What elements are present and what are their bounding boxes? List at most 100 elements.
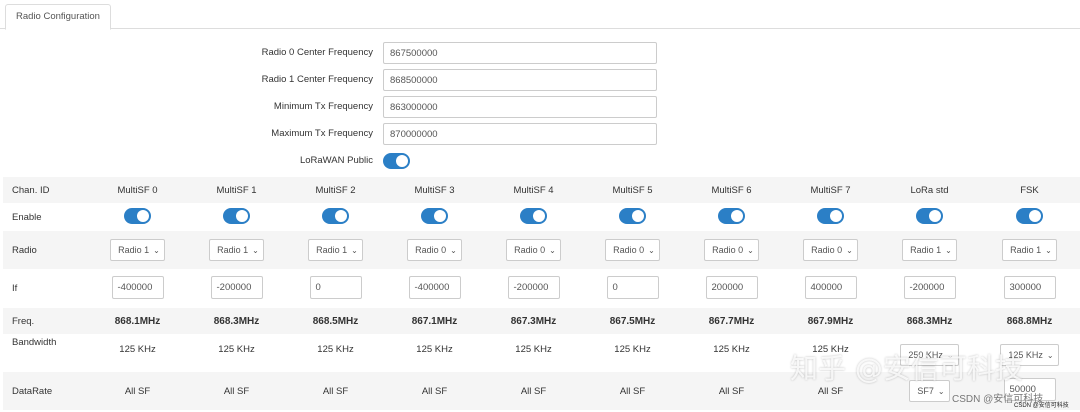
channel-enable-toggle[interactable] (322, 207, 349, 224)
if-cell: -200000 (484, 269, 583, 308)
bandwidth-cell: 125 KHz (583, 334, 682, 372)
channel-header: LoRa std (880, 177, 979, 203)
min-tx-frequency-input[interactable] (383, 96, 657, 118)
channel-enable-toggle[interactable] (223, 207, 250, 224)
if-input[interactable]: 0 (309, 275, 362, 299)
if-input[interactable]: 400000 (804, 275, 857, 299)
lorawan-public-toggle[interactable] (383, 153, 410, 169)
enable-label: Enable (12, 211, 42, 223)
bandwidth-cell: 125 KHz (286, 334, 385, 372)
bandwidth-value: 125 KHz (119, 344, 156, 355)
datarate-cell: All SF (187, 372, 286, 410)
bandwidth-label: Bandwidth (12, 337, 57, 348)
csdn-small-watermark: CSDN @安信可科技 (1014, 403, 1069, 409)
bandwidth-value: 125 KHz (317, 344, 354, 355)
radio-select[interactable]: Radio 0 ⌄ (506, 239, 561, 261)
if-label: If (12, 283, 18, 294)
bandwidth-value: 125 KHz (515, 344, 552, 355)
chevron-down-icon: ⌄ (252, 246, 259, 255)
radio-select[interactable]: Radio 1 ⌄ (902, 239, 957, 261)
chan-id-row: Chan. ID MultiSF 0 MultiSF 1 MultiSF 2 Mult… (3, 177, 1080, 203)
chevron-down-icon: ⌄ (153, 246, 160, 255)
datarate-value: All SF (520, 385, 547, 397)
lorawan-public-row: LoRaWAN Public (0, 151, 1080, 171)
enable-cell (484, 203, 583, 231)
bandwidth-value: 125 KHz (218, 344, 255, 355)
radio-select-value: Radio 1 (118, 245, 150, 255)
chan-id-label: Chan. ID (3, 177, 88, 203)
datarate-value: All SF (322, 385, 349, 397)
if-cell: 200000 (682, 269, 781, 308)
freq-cell: 868.3MHz (880, 308, 979, 334)
channel-header: MultiSF 2 (286, 177, 385, 203)
channel-enable-toggle[interactable] (124, 207, 151, 224)
if-cell: 300000 (979, 269, 1080, 308)
freq-cell: 868.3MHz (187, 308, 286, 334)
chevron-down-icon: ⌄ (945, 246, 952, 255)
if-cell: 0 (583, 269, 682, 308)
if-input[interactable]: 0 (606, 275, 659, 299)
radio-select[interactable]: Radio 1 ⌄ (1002, 239, 1057, 261)
radio-select-value: Radio 1 (1010, 245, 1042, 255)
bandwidth-cell: 125 KHz (484, 334, 583, 372)
enable-cell (880, 203, 979, 231)
channel-enable-toggle[interactable] (520, 207, 547, 224)
if-input[interactable]: -200000 (507, 275, 560, 299)
if-cell: -400000 (88, 269, 187, 308)
radio-select[interactable]: Radio 1 ⌄ (110, 239, 165, 261)
channel-enable-toggle[interactable] (817, 207, 844, 224)
radio-select[interactable]: Radio 1 ⌄ (209, 239, 264, 261)
radio-cell: Radio 0 ⌄ (781, 231, 880, 269)
datarate-cell: All SF (583, 372, 682, 410)
datarate-value: All SF (619, 385, 646, 397)
datarate-label: DataRate (3, 372, 88, 410)
if-input[interactable]: 300000 (1003, 275, 1056, 299)
freq-row: Freq. 868.1MHz 868.3MHz 868.5MHz 867.1MHz 86… (3, 308, 1080, 334)
radio-select[interactable]: Radio 0 ⌄ (704, 239, 759, 261)
channel-enable-toggle[interactable] (421, 207, 448, 224)
enable-cell (286, 203, 385, 231)
radio-select[interactable]: Radio 0 ⌄ (803, 239, 858, 261)
radio1-frequency-label: Radio 1 Center Frequency (261, 74, 373, 85)
channel-enable-toggle[interactable] (718, 207, 745, 224)
channel-header: MultiSF 7 (781, 177, 880, 203)
if-input[interactable]: -400000 (408, 275, 461, 299)
freq-cell: 867.1MHz (385, 308, 484, 334)
channel-enable-toggle[interactable] (916, 207, 943, 224)
datarate-cell: All SF (88, 372, 187, 410)
channel-header: MultiSF 4 (484, 177, 583, 203)
channel-header: MultiSF 3 (385, 177, 484, 203)
datarate-value: All SF (718, 385, 745, 397)
if-input[interactable]: 200000 (705, 275, 758, 299)
if-input[interactable]: -200000 (210, 275, 263, 299)
datarate-cell: All SF (682, 372, 781, 410)
radio-select[interactable]: Radio 0 ⌄ (407, 239, 462, 261)
if-input[interactable]: -400000 (111, 275, 164, 299)
radio-select[interactable]: Radio 1 ⌄ (308, 239, 363, 261)
chevron-down-icon: ⌄ (747, 246, 754, 255)
channel-enable-toggle[interactable] (1016, 207, 1043, 224)
channel-enable-toggle[interactable] (619, 207, 646, 224)
radio-select-value: Radio 1 (316, 245, 348, 255)
radio0-frequency-input[interactable] (383, 42, 657, 64)
bandwidth-value: 125 KHz (416, 344, 453, 355)
max-tx-frequency-input[interactable] (383, 123, 657, 145)
freq-cell: 867.9MHz (781, 308, 880, 334)
if-cell: 400000 (781, 269, 880, 308)
radio-select-value: Radio 0 (514, 245, 546, 255)
if-input[interactable]: -200000 (903, 275, 956, 299)
datarate-value: All SF (223, 385, 250, 397)
tab-radio-configuration[interactable]: Radio Configuration (5, 4, 111, 30)
radio-select-value: Radio 1 (910, 245, 942, 255)
radio-select[interactable]: Radio 0 ⌄ (605, 239, 660, 261)
freq-cell: 868.5MHz (286, 308, 385, 334)
freq-cell: 868.8MHz (979, 308, 1080, 334)
chevron-down-icon: ⌄ (846, 246, 853, 255)
datarate-select-value: SF7 (917, 386, 934, 396)
radio-label: Radio (3, 231, 88, 269)
datarate-value: All SF (817, 385, 844, 397)
channel-header: MultiSF 6 (682, 177, 781, 203)
if-cell: -400000 (385, 269, 484, 308)
datarate-cell: All SF (385, 372, 484, 410)
radio1-frequency-input[interactable] (383, 69, 657, 91)
